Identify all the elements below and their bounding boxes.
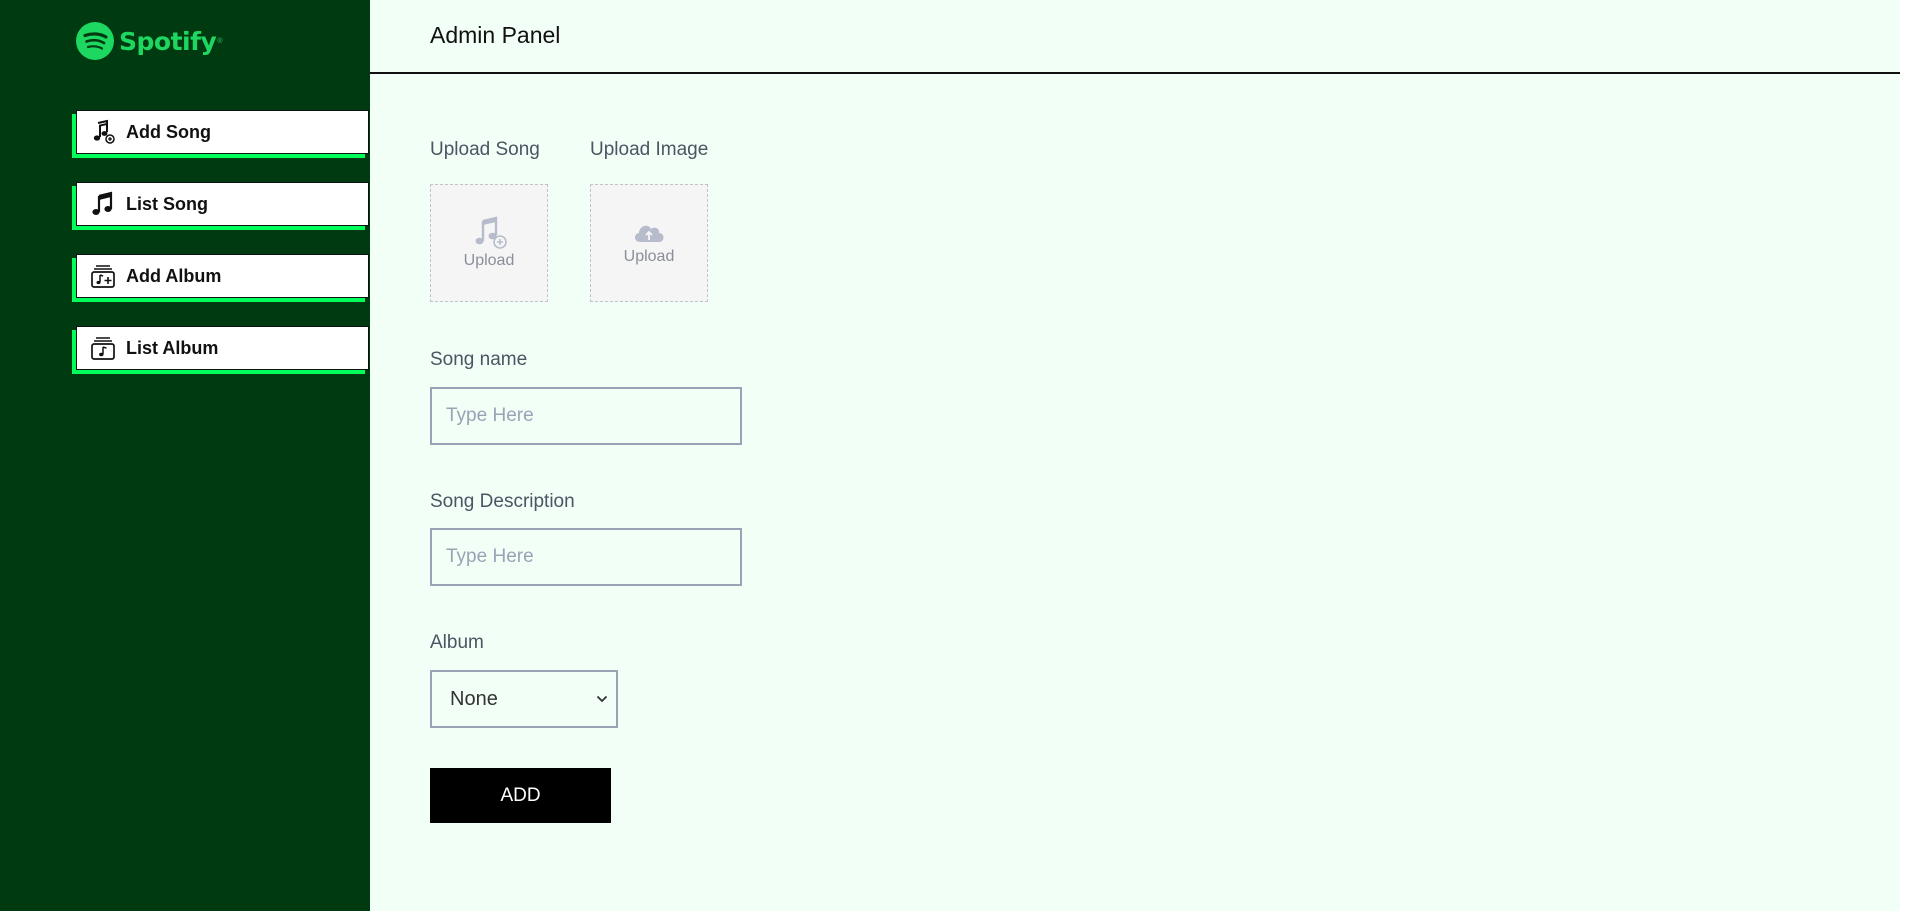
- album-select-value: None: [450, 687, 498, 710]
- song-description-input[interactable]: [430, 528, 742, 586]
- song-description-label: Song Description: [430, 491, 575, 512]
- music-note-icon: [89, 190, 117, 218]
- page-edge: [1900, 0, 1905, 911]
- upload-image-label: Upload Image: [590, 139, 709, 160]
- add-song-icon: [89, 118, 117, 146]
- sidebar: Spotify ® Add Song List Song Add Album L…: [0, 0, 370, 911]
- song-name-label: Song name: [430, 349, 528, 370]
- sidebar-item-label: List Album: [126, 337, 219, 358]
- cloud-upload-icon: [634, 225, 664, 242]
- upload-song-dropzone[interactable]: Upload: [430, 184, 548, 302]
- sidebar-item-list-album[interactable]: List Album: [76, 326, 369, 370]
- album-label: Album: [430, 632, 484, 653]
- sidebar-item-label: Add Album: [126, 265, 222, 286]
- music-note-add-icon: [475, 216, 507, 249]
- album-select[interactable]: None: [430, 670, 618, 728]
- sidebar-item-add-album[interactable]: Add Album: [76, 254, 369, 298]
- brand-name: Spotify: [119, 26, 217, 56]
- page-title: Admin Panel: [430, 22, 561, 48]
- header: Admin Panel: [370, 0, 1905, 74]
- add-button[interactable]: ADD: [430, 768, 611, 823]
- upload-image-dropzone[interactable]: Upload: [590, 184, 708, 302]
- sidebar-item-add-song[interactable]: Add Song: [76, 110, 369, 154]
- spotify-icon: [76, 22, 114, 60]
- sidebar-item-list-song[interactable]: List Song: [76, 182, 369, 226]
- song-name-input[interactable]: [430, 387, 742, 445]
- add-album-icon: [89, 262, 117, 290]
- upload-song-label: Upload Song: [430, 139, 540, 160]
- spotify-logo[interactable]: Spotify ®: [76, 22, 222, 60]
- chevron-down-icon: [596, 695, 608, 703]
- sidebar-item-label: List Song: [126, 193, 208, 214]
- sidebar-item-label: Add Song: [126, 121, 211, 142]
- album-icon: [89, 334, 117, 362]
- upload-text: Upload: [623, 248, 675, 265]
- upload-text: Upload: [463, 252, 515, 269]
